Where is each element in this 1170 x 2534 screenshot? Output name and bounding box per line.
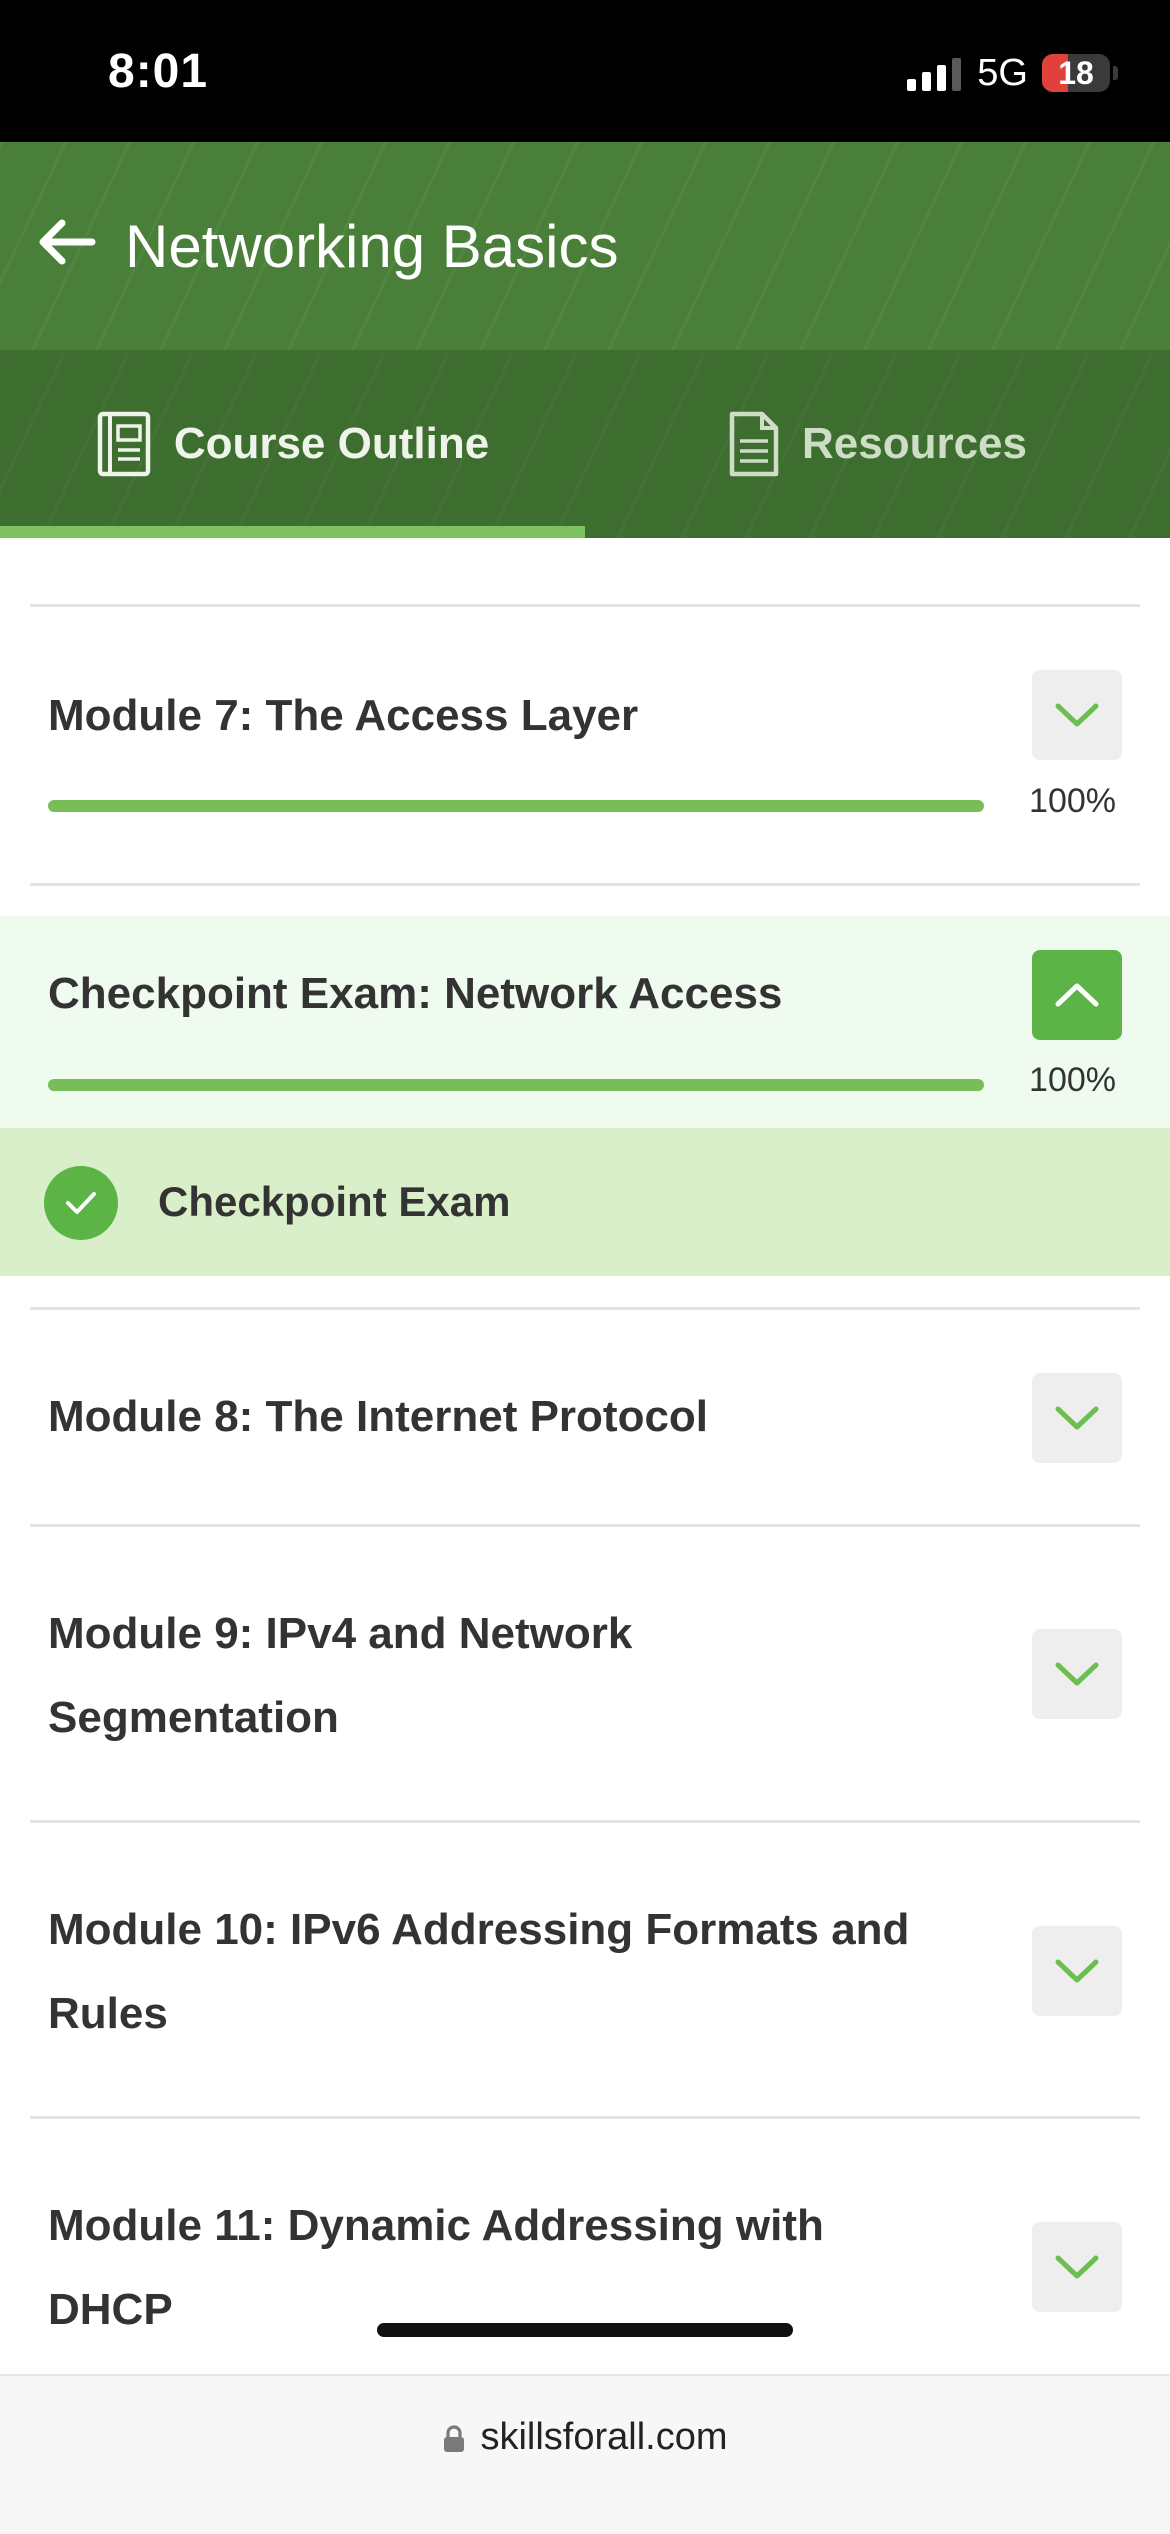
lock-icon (444, 2425, 465, 2452)
chevron-down-icon (1055, 1406, 1099, 1430)
chevron-down-icon (1055, 2255, 1099, 2279)
chevron-down-icon (1055, 1959, 1099, 1983)
divider (30, 883, 1140, 886)
expand-button[interactable] (1032, 1926, 1122, 2016)
book-icon (97, 411, 151, 477)
chevron-down-icon (1055, 703, 1099, 727)
divider (30, 1524, 1140, 1527)
home-indicator[interactable] (377, 2323, 793, 2337)
back-button[interactable] (30, 206, 102, 278)
module-progress-percent: 100% (1029, 1061, 1116, 1099)
status-bar: 8:01 5G 18 (0, 0, 1170, 142)
active-tab-indicator (0, 526, 585, 538)
status-time: 8:01 (108, 45, 209, 98)
url-display[interactable]: skillsforall.com (0, 2416, 1170, 2459)
module-title[interactable]: Module 8: The Internet Protocol (48, 1375, 708, 1459)
module-title-line: Rules (48, 1989, 168, 2038)
expand-button[interactable] (1032, 2222, 1122, 2312)
signal-icon (907, 55, 962, 91)
tab-resources-label: Resources (801, 419, 1027, 468)
tab-course-outline[interactable]: Course Outline (0, 350, 585, 538)
divider (30, 1307, 1140, 1310)
browser-url-bar[interactable]: skillsforall.com (0, 2374, 1170, 2534)
module-progress-bar (48, 1079, 984, 1091)
expand-button[interactable] (1032, 1373, 1122, 1463)
page-title: Networking Basics (125, 213, 619, 280)
tab-bar: Course Outline Resources (0, 350, 1170, 538)
divider (30, 2116, 1140, 2119)
module-title[interactable]: Checkpoint Exam: Network Access (48, 952, 782, 1036)
divider (30, 1820, 1140, 1823)
url-text: skillsforall.com (480, 2416, 728, 2458)
collapse-button[interactable] (1032, 950, 1122, 1040)
module-progress-percent: 100% (1029, 782, 1116, 820)
status-indicators: 5G 18 (907, 50, 1118, 96)
module-title[interactable]: Module 7: The Access Layer (48, 674, 638, 758)
battery-icon: 18 (1042, 54, 1110, 92)
module-progress-bar (48, 800, 984, 812)
module-title-line: DHCP (48, 2285, 173, 2334)
divider (30, 604, 1140, 607)
module-title-line: Module 11: Dynamic Addressing with (48, 2201, 824, 2250)
tab-resources[interactable]: Resources (585, 350, 1170, 538)
expand-button[interactable] (1032, 1629, 1122, 1719)
module-title[interactable]: Module 9: IPv4 and Network Segmentation (48, 1592, 632, 1760)
expand-button[interactable] (1032, 670, 1122, 760)
document-icon (729, 411, 779, 477)
arrow-left-icon (39, 219, 96, 265)
chevron-up-icon (1055, 983, 1099, 1007)
check-circle-icon (44, 1166, 118, 1240)
app-header: Networking Basics (0, 142, 1170, 350)
module-title-line: Module 8: The Internet Protocol (48, 1392, 709, 1441)
network-type: 5G (977, 51, 1028, 94)
module-title[interactable]: Module 10: IPv6 Addressing Formats and R… (48, 1888, 909, 2056)
module-title-line: Module 10: IPv6 Addressing Formats and (48, 1905, 910, 1954)
module-title-line: Segmentation (48, 1693, 339, 1742)
battery-level: 18 (1058, 55, 1094, 91)
sub-item-label: Checkpoint Exam (158, 1178, 511, 1225)
sub-item-checkpoint-exam[interactable]: Checkpoint Exam (0, 1128, 1170, 1276)
tab-course-outline-label: Course Outline (173, 419, 490, 468)
chevron-down-icon (1055, 1662, 1099, 1686)
module-title-line: Module 9: IPv4 and Network (48, 1609, 633, 1658)
